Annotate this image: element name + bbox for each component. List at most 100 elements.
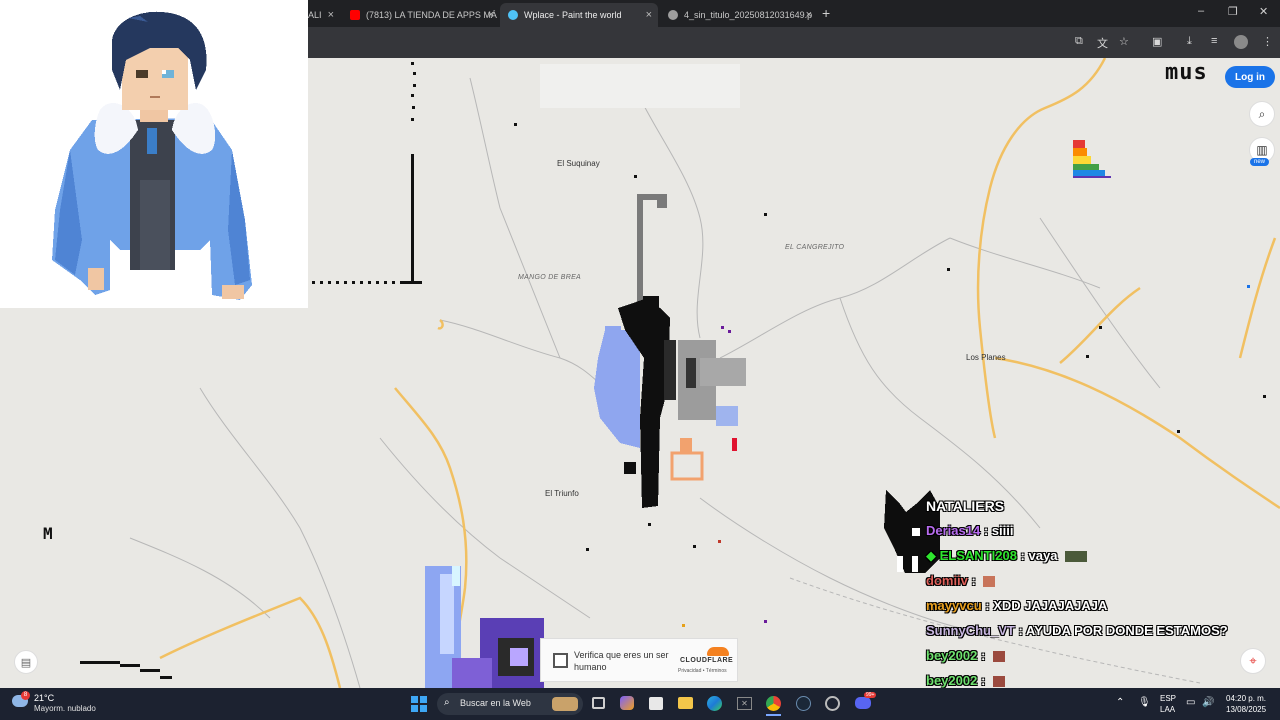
chat-text: XDD JAJAJAJAJA xyxy=(993,598,1108,613)
tab-close-icon[interactable]: × xyxy=(488,9,494,21)
place-label: MANGO DE BREA xyxy=(518,274,582,281)
star-icon[interactable]: ☆ xyxy=(1119,35,1129,48)
stream-chat: NATALIERS Derias14 : siiii ◆ ELSANTI208 … xyxy=(926,495,1266,695)
tab-label: Wplace - Paint the world xyxy=(524,10,622,20)
place-label: El Triunfo xyxy=(545,489,579,498)
weather-temperature[interactable]: 21°C xyxy=(34,693,54,703)
file-explorer-icon[interactable] xyxy=(678,697,693,709)
search-icon: ⌕ xyxy=(444,697,450,708)
chat-message: domiiv : xyxy=(926,570,1266,595)
clock-time[interactable]: 04:20 p. m. xyxy=(1226,694,1266,704)
chat-message: ◆ ELSANTI208 : vaya xyxy=(926,545,1266,570)
chat-text: vaya xyxy=(1028,548,1058,563)
weather-description[interactable]: Mayorm. nublado xyxy=(34,704,96,713)
tab-label: (7813) LA TIENDA DE APPS MÁ xyxy=(366,10,497,20)
tray-chevron-icon[interactable]: ⌃ xyxy=(1116,698,1124,708)
minimize-button[interactable]: – xyxy=(1198,5,1204,17)
tab-close-icon[interactable]: × xyxy=(328,9,334,21)
chat-separator: : xyxy=(977,673,989,688)
task-view-icon[interactable] xyxy=(592,697,605,709)
search-map-icon[interactable]: ⌕ xyxy=(1249,101,1275,127)
chat-emote-icon xyxy=(1065,551,1088,563)
discord-badge: 99+ xyxy=(864,692,877,698)
wplace-favicon-icon xyxy=(508,10,518,20)
chat-separator: : xyxy=(980,523,992,538)
place-label: EL CANGREJITO xyxy=(785,244,845,251)
tab-close-icon[interactable]: × xyxy=(646,9,652,21)
youtube-favicon-icon xyxy=(350,10,360,20)
chat-username: Derias14 xyxy=(926,523,981,538)
captcha-links[interactable]: Privacidad • Términos xyxy=(678,668,727,674)
new-badge: new xyxy=(1250,158,1270,166)
chat-emote-icon xyxy=(992,676,1005,688)
chat-separator: : xyxy=(977,648,989,663)
chat-separator: : xyxy=(1014,623,1026,638)
cloudflare-logo-icon xyxy=(707,647,729,656)
chat-message: bey2002 : xyxy=(926,645,1266,670)
globe-favicon-icon xyxy=(668,10,678,20)
chat-emote-icon xyxy=(983,576,996,588)
chat-username: domiiv xyxy=(926,573,968,588)
install-icon[interactable]: ⧉ xyxy=(1075,35,1083,48)
windows-taskbar xyxy=(0,688,1280,720)
tab-label: ALI xyxy=(308,10,322,20)
chat-header: NATALIERS xyxy=(926,498,1005,514)
restore-button[interactable]: ❐ xyxy=(1228,5,1238,18)
chat-separator: : xyxy=(1016,548,1029,563)
clock-date[interactable]: 13/08/2025 xyxy=(1226,705,1266,715)
chat-text: AYUDA POR DONDE ESTAMOS? xyxy=(1025,623,1228,638)
info-icon[interactable]: ▤ xyxy=(14,650,38,674)
profile-icon[interactable] xyxy=(1234,35,1248,49)
tab-label: 4_sin_titulo_20250812031649.p xyxy=(684,10,813,20)
tab-wplace[interactable]: Wplace - Paint the world × xyxy=(500,3,658,27)
login-button[interactable]: Log in xyxy=(1225,66,1275,88)
tab-close-icon[interactable]: × xyxy=(806,9,812,21)
cloudflare-captcha: Verifica que eres un ser humano CLOUDFLA… xyxy=(540,638,738,682)
chat-username: bey2002 xyxy=(926,648,978,663)
microphone-icon[interactable]: 🎙 xyxy=(1138,698,1151,708)
notification-badge: 8 xyxy=(21,691,30,700)
chat-username: ELSANTI208 xyxy=(939,548,1017,563)
avatar-illustration xyxy=(52,11,252,300)
desktop: ALI × (7813) LA TIENDA DE APPS MÁ × Wpla… xyxy=(0,0,1280,720)
chat-username: bey2002 xyxy=(926,673,978,688)
chrome-icon[interactable] xyxy=(766,696,781,711)
search-highlight-icon xyxy=(552,697,578,711)
language-top[interactable]: ESP xyxy=(1160,694,1176,704)
media-icon[interactable]: ≡ xyxy=(1211,35,1217,47)
language-bottom[interactable]: LAA xyxy=(1160,705,1175,715)
place-label: Los Planes xyxy=(966,353,1006,362)
copilot-icon[interactable] xyxy=(620,696,634,710)
chat-text: siiii xyxy=(991,523,1014,538)
windows-start-icon[interactable] xyxy=(411,696,427,712)
tab-youtube[interactable]: (7813) LA TIENDA DE APPS MÁ × xyxy=(342,3,500,27)
chat-badge-icon: ◆ xyxy=(926,548,936,563)
download-icon[interactable]: ⤓ xyxy=(1187,35,1192,48)
store-icon[interactable] xyxy=(649,697,663,710)
chat-username: SunnyChu_VT xyxy=(926,623,1015,638)
steam-icon[interactable] xyxy=(796,696,811,711)
chat-message: mayyvcu : XDD JAJAJAJAJA xyxy=(926,595,1266,620)
search-placeholder[interactable]: Buscar en la Web xyxy=(460,698,531,708)
menu-icon[interactable]: ⋮ xyxy=(1262,35,1273,48)
volume-icon[interactable]: 🔊 xyxy=(1202,698,1214,708)
translate-icon[interactable]: 文 xyxy=(1097,35,1108,51)
tab-image-file[interactable]: 4_sin_titulo_20250812031649.p × xyxy=(660,3,818,27)
chat-separator: : xyxy=(981,598,994,613)
discord-icon[interactable] xyxy=(855,697,871,709)
close-window-button[interactable]: ✕ xyxy=(1259,5,1268,18)
edge-icon[interactable] xyxy=(707,696,722,711)
chat-username: mayyvcu xyxy=(926,598,982,613)
chat-message: Derias14 : siiii xyxy=(926,520,1266,545)
active-app-indicator xyxy=(766,714,781,716)
captcha-checkbox[interactable] xyxy=(553,653,568,668)
network-icon[interactable]: ▭ xyxy=(1186,698,1195,708)
new-tab-button[interactable]: + xyxy=(822,5,830,21)
streamer-avatar-panel xyxy=(0,0,308,308)
extensions-icon[interactable]: ▣ xyxy=(1152,35,1162,48)
chat-message: SunnyChu_VT : AYUDA POR DONDE ESTAMOS? xyxy=(926,620,1266,645)
obs-icon[interactable] xyxy=(825,696,840,711)
map-top-banner xyxy=(540,64,740,108)
xbox-bar-icon[interactable]: ✕ xyxy=(737,697,752,710)
pixel-text-m: M xyxy=(43,524,53,543)
